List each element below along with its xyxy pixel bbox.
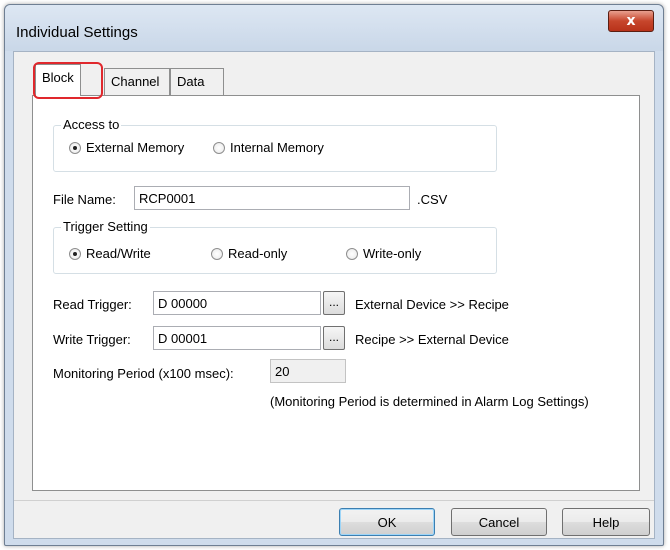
- read-trigger-browse-button[interactable]: ...: [323, 291, 345, 315]
- external-memory-radio[interactable]: External Memory: [69, 140, 184, 155]
- cancel-button[interactable]: Cancel: [451, 508, 547, 536]
- help-button-label: Help: [592, 514, 620, 530]
- radio-unchecked-icon: [213, 141, 225, 154]
- ok-button-label: OK: [377, 514, 397, 530]
- tab-block[interactable]: Block: [35, 64, 81, 96]
- monitoring-period-label: Monitoring Period (x100 msec):: [53, 366, 234, 381]
- write-only-radio[interactable]: Write-only: [346, 246, 421, 261]
- read-write-label: Read/Write: [86, 246, 151, 261]
- tab-data-label: Data: [177, 74, 205, 89]
- radio-checked-icon: [69, 141, 81, 154]
- write-trigger-description: Recipe >> External Device: [355, 332, 509, 347]
- write-only-label: Write-only: [363, 246, 422, 261]
- radio-unchecked-icon: [211, 247, 223, 260]
- read-trigger-input[interactable]: [153, 291, 321, 315]
- window-title: Individual Settings: [16, 24, 138, 41]
- access-to-group: Access to External Memory Internal Memor…: [53, 117, 497, 172]
- block-tab-panel: Access to External Memory Internal Memor…: [32, 95, 640, 491]
- close-button[interactable]: x: [608, 10, 654, 32]
- dialog-window: Individual Settings x Block Channel Data…: [4, 4, 664, 546]
- radio-unchecked-icon: [346, 247, 358, 260]
- ok-button[interactable]: OK: [339, 508, 435, 536]
- dialog-client-area: Block Channel Data Access to External Me…: [13, 51, 655, 539]
- radio-checked-icon: [69, 247, 81, 260]
- write-trigger-label: Write Trigger:: [53, 332, 131, 347]
- tab-block-label: Block: [42, 70, 74, 85]
- trigger-setting-group: Trigger Setting Read/Write Read-only Wri…: [53, 219, 497, 274]
- file-name-input[interactable]: [134, 186, 410, 210]
- external-memory-label: External Memory: [86, 140, 185, 155]
- trigger-setting-legend: Trigger Setting: [61, 219, 150, 234]
- tab-channel-label: Channel: [111, 74, 160, 89]
- access-to-legend: Access to: [61, 117, 122, 132]
- read-only-label: Read-only: [228, 246, 288, 261]
- file-name-label: File Name:: [53, 192, 116, 207]
- help-button[interactable]: Help: [562, 508, 650, 536]
- tab-data[interactable]: Data: [170, 68, 224, 95]
- read-trigger-description: External Device >> Recipe: [355, 297, 509, 312]
- read-only-radio[interactable]: Read-only: [211, 246, 287, 261]
- internal-memory-radio[interactable]: Internal Memory: [213, 140, 324, 155]
- write-trigger-input[interactable]: [153, 326, 321, 350]
- close-icon: x: [626, 13, 636, 29]
- monitoring-period-note: (Monitoring Period is determined in Alar…: [270, 394, 589, 409]
- read-trigger-label: Read Trigger:: [53, 297, 132, 312]
- footer-separator: [14, 500, 654, 501]
- file-extension-label: .CSV: [417, 192, 448, 207]
- title-bar[interactable]: Individual Settings x: [5, 5, 663, 51]
- write-trigger-browse-button[interactable]: ...: [323, 326, 345, 350]
- read-write-radio[interactable]: Read/Write: [69, 246, 151, 261]
- internal-memory-label: Internal Memory: [230, 140, 324, 155]
- monitoring-period-input: [270, 359, 346, 383]
- cancel-button-label: Cancel: [478, 514, 520, 530]
- tab-channel[interactable]: Channel: [104, 68, 170, 95]
